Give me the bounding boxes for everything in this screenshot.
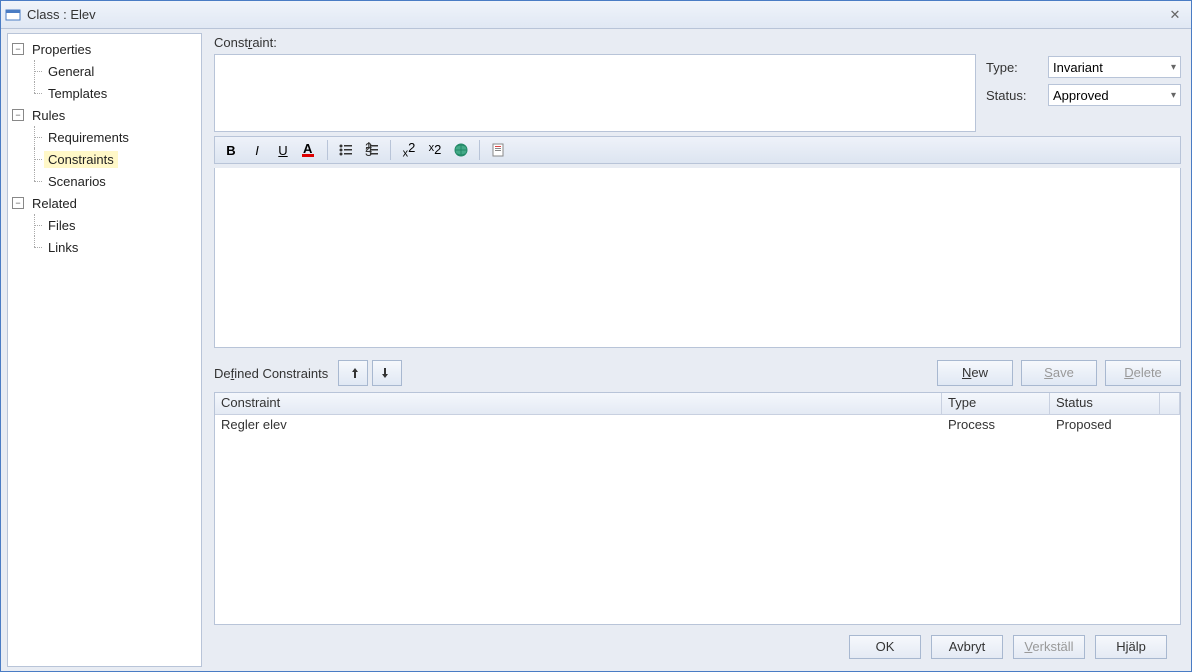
move-up-button[interactable] bbox=[338, 360, 368, 386]
dropdown-value: Approved bbox=[1053, 88, 1109, 103]
defined-constraints-label: Defined Constraints bbox=[214, 366, 328, 381]
bullet-list-button[interactable] bbox=[334, 139, 358, 161]
subscript-button[interactable]: x2 bbox=[423, 139, 447, 161]
collapse-icon[interactable]: − bbox=[12, 197, 24, 209]
col-type[interactable]: Type bbox=[942, 393, 1050, 414]
col-status[interactable]: Status bbox=[1050, 393, 1160, 414]
underline-button[interactable]: U bbox=[271, 139, 295, 161]
collapse-icon[interactable]: − bbox=[12, 43, 24, 55]
svg-text:A: A bbox=[303, 142, 313, 156]
save-button[interactable]: Save bbox=[1021, 360, 1097, 386]
titlebar: Class : Elev ✕ bbox=[1, 1, 1191, 29]
new-button[interactable]: New bbox=[937, 360, 1013, 386]
tree-label: Properties bbox=[28, 41, 95, 58]
tree-label: Constraints bbox=[44, 151, 118, 168]
tree-label: Files bbox=[44, 217, 79, 234]
tree-requirements[interactable]: Requirements bbox=[8, 126, 201, 148]
status-dropdown[interactable]: Approved bbox=[1048, 84, 1181, 106]
col-spacer bbox=[1160, 393, 1180, 414]
superscript-button[interactable]: x2 bbox=[397, 139, 421, 161]
ok-button[interactable]: OK bbox=[849, 635, 921, 659]
hyperlink-button[interactable] bbox=[449, 139, 473, 161]
grid-header: Constraint Type Status bbox=[215, 393, 1180, 415]
constraint-input[interactable] bbox=[214, 54, 976, 132]
help-button[interactable]: Hjälp bbox=[1095, 635, 1167, 659]
tree-related[interactable]: − Related bbox=[8, 192, 201, 214]
tree-label: Requirements bbox=[44, 129, 133, 146]
number-list-button[interactable]: 123 bbox=[360, 139, 384, 161]
font-color-button[interactable]: A bbox=[297, 139, 321, 161]
cell-constraint: Regler elev bbox=[215, 415, 942, 437]
tree-label: Templates bbox=[44, 85, 111, 102]
cell-type: Process bbox=[942, 415, 1050, 437]
window-icon bbox=[5, 7, 21, 23]
table-row[interactable]: Regler elev Process Proposed bbox=[215, 415, 1180, 437]
tree-scenarios[interactable]: Scenarios bbox=[8, 170, 201, 192]
editor-area[interactable] bbox=[214, 168, 1181, 348]
tree-constraints[interactable]: Constraints bbox=[8, 148, 201, 170]
move-down-button[interactable] bbox=[372, 360, 402, 386]
dropdown-value: Invariant bbox=[1053, 60, 1103, 75]
type-label: Type: bbox=[986, 60, 1042, 75]
tree-links[interactable]: Links bbox=[8, 236, 201, 258]
apply-button[interactable]: Verkställ bbox=[1013, 635, 1085, 659]
tree-templates[interactable]: Templates bbox=[8, 82, 201, 104]
bold-button[interactable]: B bbox=[219, 139, 243, 161]
type-dropdown[interactable]: Invariant bbox=[1048, 56, 1181, 78]
editor-toolbar: B I U A 123 x2 x2 bbox=[214, 136, 1181, 164]
status-label: Status: bbox=[986, 88, 1042, 103]
close-button[interactable]: ✕ bbox=[1163, 5, 1187, 25]
col-constraint[interactable]: Constraint bbox=[215, 393, 942, 414]
tree-panel: − Properties General Templates − Rules R… bbox=[7, 33, 202, 667]
collapse-icon[interactable]: − bbox=[12, 109, 24, 121]
tree-rules[interactable]: − Rules bbox=[8, 104, 201, 126]
tree-label: General bbox=[44, 63, 98, 80]
constraints-grid: Constraint Type Status Regler elev Proce… bbox=[214, 392, 1181, 625]
tree-label: Links bbox=[44, 239, 82, 256]
tree-files[interactable]: Files bbox=[8, 214, 201, 236]
delete-button[interactable]: Delete bbox=[1105, 360, 1181, 386]
tree-label: Rules bbox=[28, 107, 69, 124]
tree-label: Scenarios bbox=[44, 173, 110, 190]
tree-properties[interactable]: − Properties bbox=[8, 38, 201, 60]
document-button[interactable] bbox=[486, 139, 510, 161]
italic-button[interactable]: I bbox=[245, 139, 269, 161]
cell-status: Proposed bbox=[1050, 415, 1160, 437]
window-title: Class : Elev bbox=[27, 7, 1163, 22]
cancel-button[interactable]: Avbryt bbox=[931, 635, 1003, 659]
main-panel: Constraint: Type: Invariant Status: Appr… bbox=[204, 29, 1191, 671]
svg-text:3: 3 bbox=[365, 144, 372, 158]
tree-general[interactable]: General bbox=[8, 60, 201, 82]
tree-label: Related bbox=[28, 195, 81, 212]
constraint-label: Constraint: bbox=[214, 35, 1181, 50]
